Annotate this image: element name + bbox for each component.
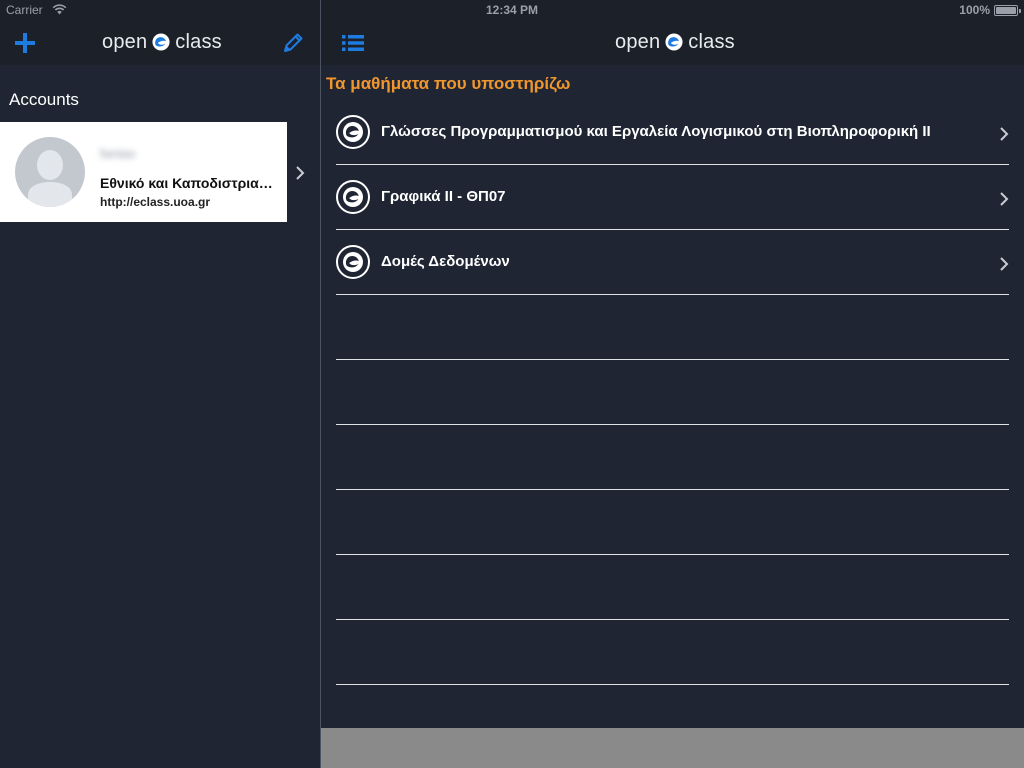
empty-row bbox=[336, 425, 1009, 490]
avatar bbox=[15, 137, 85, 207]
battery-icon bbox=[994, 5, 1021, 16]
course-list: Γλώσσες Προγραμματισμού και Εργαλεία Λογ… bbox=[336, 100, 1009, 685]
course-row[interactable]: Γραφικά ΙΙ - ΘΠ07 bbox=[336, 165, 1009, 230]
bottom-bar bbox=[321, 728, 1024, 768]
chevron-right-icon bbox=[1000, 192, 1009, 206]
course-logo-icon bbox=[336, 245, 370, 279]
chevron-right-icon bbox=[1000, 127, 1009, 141]
status-bar: Carrier 12:34 PM 100% bbox=[0, 0, 1024, 20]
list-icon[interactable] bbox=[340, 30, 366, 56]
accounts-heading: Accounts bbox=[9, 90, 79, 109]
courses-navbar: open class bbox=[321, 20, 1024, 65]
clock-label: 12:34 PM bbox=[485, 3, 539, 17]
empty-row bbox=[336, 490, 1009, 555]
openclass-logo: open class bbox=[615, 30, 735, 54]
course-title: Δομές Δεδομένων bbox=[381, 253, 510, 270]
empty-row bbox=[336, 360, 1009, 425]
openclass-logo-mark bbox=[152, 33, 170, 51]
logo-text-open: open bbox=[615, 30, 661, 53]
course-title: Γλώσσες Προγραμματισμού και Εργαλεία Λογ… bbox=[381, 123, 931, 140]
empty-row bbox=[336, 555, 1009, 620]
logo-text-class: class bbox=[175, 30, 222, 53]
account-username: fantas bbox=[100, 146, 136, 161]
course-logo-icon bbox=[336, 115, 370, 149]
chevron-right-icon bbox=[1000, 257, 1009, 271]
openclass-logo-mark bbox=[665, 33, 683, 51]
section-title: Τα μαθήματα που υποστηρίζω bbox=[326, 74, 571, 93]
account-institution: Εθνικό και Καποδιστριακό Πανεπιστήμιο Αθ… bbox=[100, 175, 275, 191]
empty-row bbox=[336, 295, 1009, 360]
accounts-navbar: open class bbox=[0, 20, 320, 65]
account-url: http://eclass.uoa.gr bbox=[100, 195, 211, 209]
openclass-logo: open class bbox=[102, 30, 222, 54]
user-placeholder-icon bbox=[28, 150, 72, 207]
chevron-right-icon[interactable] bbox=[294, 165, 306, 181]
accounts-pane: open class Accounts fantas Εθνικό και Κα… bbox=[0, 20, 320, 768]
course-row[interactable]: Γλώσσες Προγραμματισμού και Εργαλεία Λογ… bbox=[336, 100, 1009, 165]
course-row[interactable]: Δομές Δεδομένων bbox=[336, 230, 1009, 295]
logo-text-class: class bbox=[688, 30, 735, 53]
course-logo-icon bbox=[336, 180, 370, 214]
account-card[interactable]: fantas Εθνικό και Καποδιστριακό Πανεπιστ… bbox=[0, 122, 287, 222]
logo-text-open: open bbox=[102, 30, 148, 53]
course-title: Γραφικά ΙΙ - ΘΠ07 bbox=[381, 188, 506, 205]
courses-pane: open class Τα μαθήματα που υποστηρίζω Γλ… bbox=[321, 20, 1024, 768]
plus-icon[interactable] bbox=[12, 30, 38, 56]
pencil-icon[interactable] bbox=[280, 30, 306, 56]
empty-row bbox=[336, 620, 1009, 685]
battery-percent: 100% bbox=[959, 3, 990, 17]
